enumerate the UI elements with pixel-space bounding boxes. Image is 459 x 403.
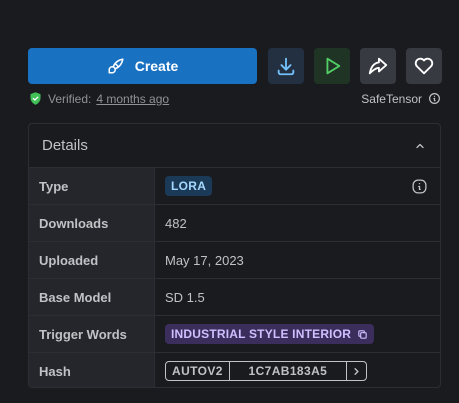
verified-prefix: Verified: (48, 91, 92, 106)
download-button[interactable] (268, 48, 304, 84)
type-badge: LORA (165, 176, 213, 196)
chevron-up-icon[interactable] (414, 140, 426, 152)
create-button-label: Create (134, 58, 179, 74)
chevron-right-icon (354, 367, 359, 375)
download-icon (277, 57, 295, 76)
run-button[interactable] (314, 48, 350, 84)
trigger-words-label: Trigger Words (29, 315, 155, 353)
table-row: Base Model SD 1.5 (29, 278, 440, 316)
downloads-label: Downloads (29, 204, 155, 242)
hash-widget: AUTOV2 1C7AB183A5 (165, 361, 367, 381)
details-title: Details (42, 137, 88, 154)
hash-next-button[interactable] (347, 362, 366, 380)
safetensor-label: SafeTensor (361, 91, 422, 106)
shield-check-icon (30, 92, 41, 105)
play-icon (326, 57, 341, 75)
share-icon (368, 57, 388, 75)
action-bar: Create (28, 48, 442, 84)
uploaded-value: May 17, 2023 (154, 241, 440, 279)
copy-icon[interactable] (357, 329, 368, 340)
type-label: Type (29, 167, 155, 205)
trigger-word-text: INDUSTRIAL STYLE INTERIOR (171, 327, 352, 341)
hash-value[interactable]: 1C7AB183A5 (230, 362, 347, 380)
uploaded-label: Uploaded (29, 241, 155, 279)
downloads-value: 482 (154, 204, 440, 242)
verification-row: Verified: 4 months ago SafeTensor (28, 91, 441, 106)
details-panel: Details Type LORA Downloads 482 Uploaded… (28, 123, 441, 388)
base-model-label: Base Model (29, 278, 155, 316)
table-row: Type LORA (29, 167, 440, 205)
hash-algorithm[interactable]: AUTOV2 (166, 362, 230, 380)
info-icon[interactable] (428, 92, 441, 105)
favorite-button[interactable] (406, 48, 442, 84)
create-button[interactable]: Create (28, 48, 257, 84)
trigger-word-badge[interactable]: INDUSTRIAL STYLE INTERIOR (165, 324, 375, 344)
brush-icon (108, 58, 124, 74)
table-row: Hash AUTOV2 1C7AB183A5 (29, 352, 440, 387)
verified-time-link[interactable]: 4 months ago (96, 92, 169, 106)
base-model-value: SD 1.5 (154, 278, 440, 316)
safetensor-info: SafeTensor (361, 92, 441, 106)
hash-label: Hash (29, 352, 155, 387)
info-icon[interactable] (411, 178, 428, 195)
verified-status: Verified: 4 months ago (28, 91, 169, 106)
details-accordion-header[interactable]: Details (29, 124, 440, 167)
table-row: Uploaded May 17, 2023 (29, 241, 440, 279)
details-table: Type LORA Downloads 482 Uploaded May 17,… (29, 167, 440, 387)
table-row: Downloads 482 (29, 204, 440, 242)
share-button[interactable] (360, 48, 396, 84)
table-row: Trigger Words INDUSTRIAL STYLE INTERIOR (29, 315, 440, 353)
heart-icon (414, 57, 434, 75)
